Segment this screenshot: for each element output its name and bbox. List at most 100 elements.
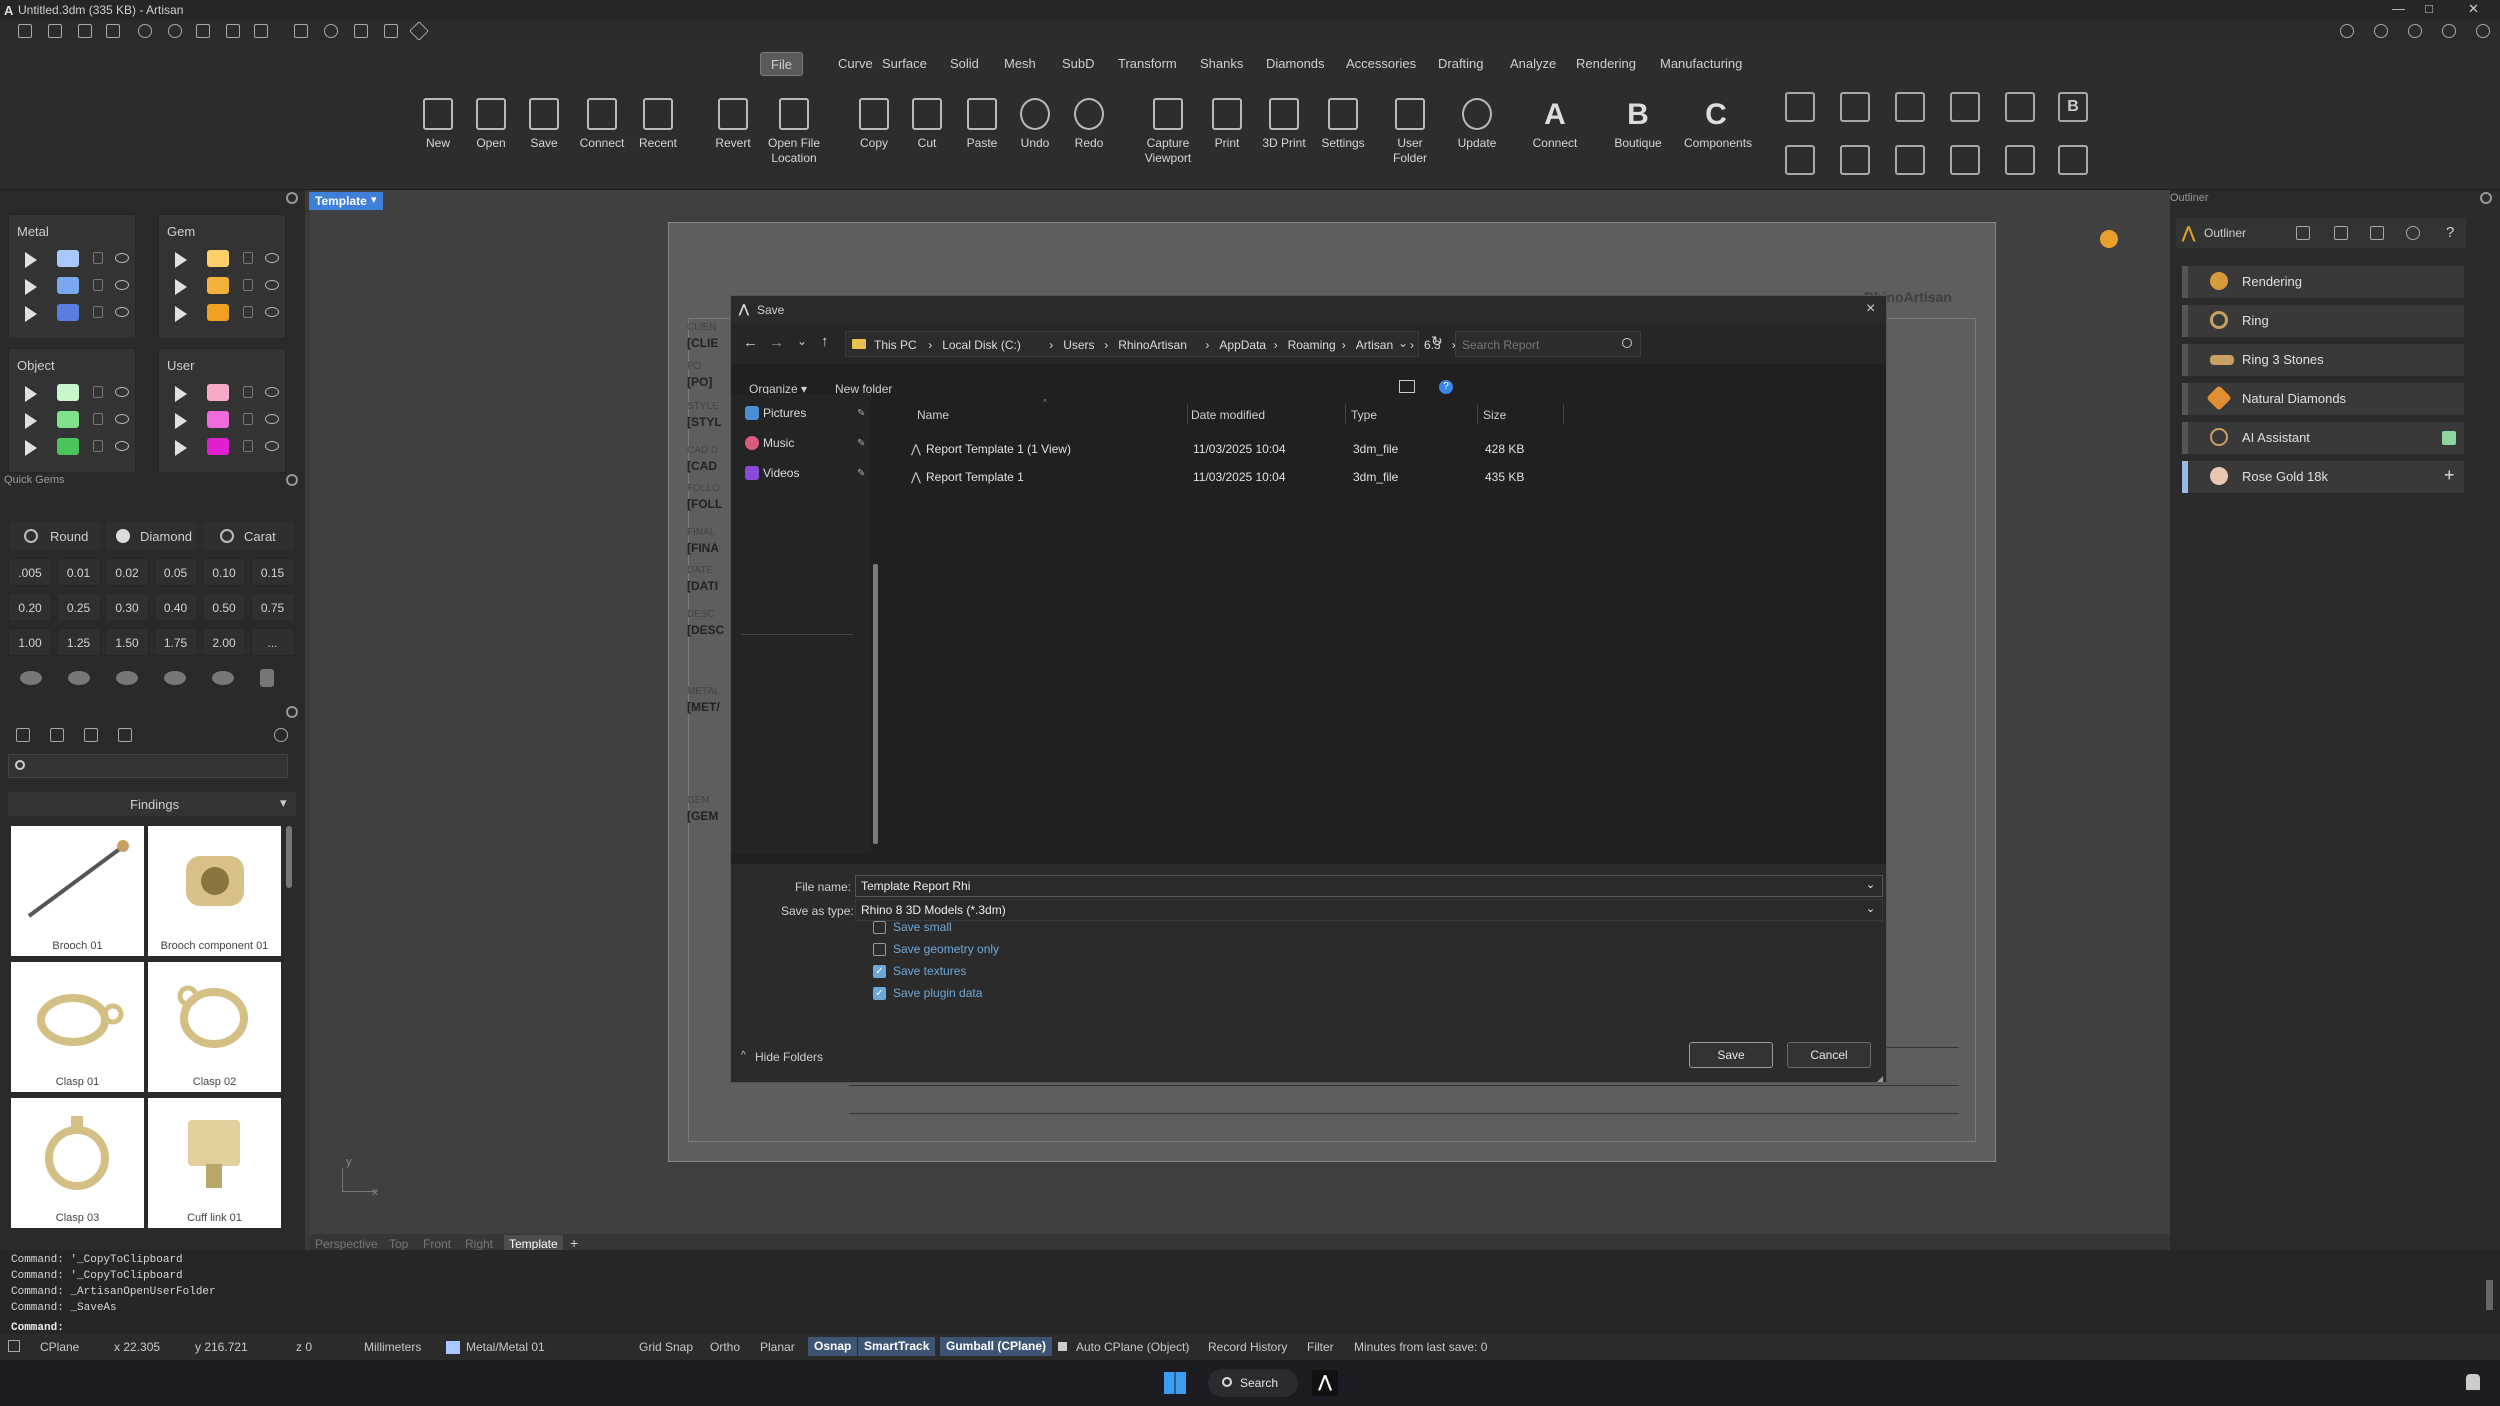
view-options-icon[interactable] (1399, 380, 1415, 393)
gem-cut-icon[interactable] (260, 669, 274, 687)
lock-icon[interactable] (243, 306, 253, 318)
layer-row[interactable] (169, 249, 279, 269)
findings-scrollbar[interactable] (286, 826, 292, 888)
gem-size-button[interactable]: 2.00 (202, 628, 246, 656)
dimension-tool-icon[interactable] (384, 24, 398, 38)
back-arrow-icon[interactable]: ← (743, 334, 758, 351)
layer-row[interactable] (169, 276, 279, 296)
gem-size-button[interactable]: 1.75 (153, 628, 198, 656)
gem-tool-icon[interactable] (409, 21, 429, 41)
eye-icon[interactable] (265, 253, 279, 263)
option-checkbox[interactable]: ✓ (873, 987, 886, 1000)
save-icon[interactable] (196, 24, 210, 38)
undo-icon[interactable] (138, 24, 152, 38)
eye-icon[interactable] (115, 414, 129, 424)
chart-icon[interactable] (2005, 92, 2035, 122)
layer-color-swatch[interactable] (207, 304, 229, 321)
render-icon[interactable] (1840, 92, 1870, 122)
menu-diamonds[interactable]: Diamonds (1256, 52, 1335, 76)
library-search-input[interactable] (8, 754, 288, 778)
redo-button[interactable]: Redo (1061, 86, 1117, 182)
recent-locations-icon[interactable]: ⌄ (797, 334, 807, 348)
gem-shape-carat[interactable]: Carat (204, 522, 294, 550)
gem-size-button[interactable]: 0.30 (105, 593, 149, 621)
curve-tool-icon[interactable] (294, 24, 308, 38)
column-header-name[interactable]: Name (917, 408, 949, 422)
cplane-indicator[interactable]: CPlane (40, 1340, 79, 1354)
new-template-icon[interactable] (48, 24, 62, 38)
connect-button[interactable]: Connect (574, 86, 630, 182)
layer-row[interactable] (19, 249, 129, 269)
layer-row[interactable] (169, 303, 279, 323)
quick-gems-settings-icon[interactable] (286, 474, 298, 486)
ortho-toggle[interactable]: Ortho (710, 1340, 740, 1354)
layer-row[interactable] (169, 383, 279, 403)
menu-accessories[interactable]: Accessories (1336, 52, 1426, 76)
layer-row[interactable] (19, 383, 129, 403)
breadcrumb-item[interactable]: Roaming (1288, 338, 1336, 352)
play-icon[interactable] (175, 252, 187, 268)
info-icon[interactable] (2374, 24, 2388, 38)
balance-icon[interactable] (2334, 226, 2348, 240)
play-icon[interactable] (25, 440, 37, 456)
eye-icon[interactable] (115, 307, 129, 317)
file-name-input[interactable]: Template Report Rhi ⌄ (855, 875, 1883, 897)
nav-scrollbar[interactable] (873, 564, 878, 844)
save-button[interactable]: Save (1689, 1042, 1773, 1068)
menu-solid[interactable]: Solid (940, 52, 989, 76)
lock-icon[interactable] (243, 386, 253, 398)
gem-size-button[interactable]: 0.50 (202, 593, 246, 621)
up-arrow-icon[interactable]: ↑ (821, 333, 829, 350)
eye-icon[interactable] (115, 441, 129, 451)
breadcrumb-item[interactable]: Local Disk (C:) (942, 338, 1021, 352)
lock-icon[interactable] (93, 252, 103, 264)
cut-button[interactable]: Cut (899, 86, 955, 182)
layer-color-swatch[interactable] (57, 411, 79, 428)
eye-icon[interactable] (115, 387, 129, 397)
gem-size-button[interactable]: 0.01 (56, 558, 101, 586)
gem-size-button[interactable]: 0.25 (56, 593, 101, 621)
gem-size-button[interactable]: 1.00 (8, 628, 52, 656)
gem-cut-icon[interactable] (212, 671, 234, 685)
breadcrumb-separator-icon[interactable]: › (1274, 338, 1278, 352)
breadcrumb-separator-icon[interactable]: › (1049, 338, 1053, 352)
finding-thumbnail[interactable]: Clasp 02 (148, 962, 281, 1092)
outliner-item-natural-diamonds[interactable]: Natural Diamonds (2182, 383, 2464, 415)
layer-color-swatch[interactable] (57, 250, 79, 267)
add-viewport-button[interactable]: + (570, 1235, 578, 1251)
gem-list-icon[interactable] (2005, 145, 2035, 175)
taskbar-search[interactable]: Search (1208, 1369, 1298, 1397)
letter-b-icon[interactable]: B (2058, 92, 2088, 122)
lock-icon[interactable] (93, 413, 103, 425)
lock-icon[interactable] (93, 306, 103, 318)
save-as-icon[interactable] (226, 24, 240, 38)
edit-icon[interactable] (2370, 226, 2384, 240)
menu-drafting[interactable]: Drafting (1428, 52, 1494, 76)
layer-color-swatch[interactable] (207, 411, 229, 428)
layer-color-swatch[interactable] (207, 277, 229, 294)
gem-cut-icon[interactable] (164, 671, 186, 685)
eye-icon[interactable] (265, 307, 279, 317)
revert-button[interactable]: Revert (705, 86, 761, 182)
play-icon[interactable] (25, 279, 37, 295)
play-icon[interactable] (25, 386, 37, 402)
settings-button[interactable]: Settings (1315, 86, 1371, 182)
layer-row[interactable] (169, 437, 279, 457)
gem-cut-icon[interactable] (68, 671, 90, 685)
finding-thumbnail[interactable]: Clasp 03 (11, 1098, 144, 1228)
column-header-type[interactable]: Type (1351, 408, 1377, 422)
breadcrumb-item[interactable]: This PC (874, 338, 917, 352)
outliner-item-ring[interactable]: Ring (2182, 305, 2464, 337)
tab-front[interactable]: Front (423, 1237, 451, 1251)
units-indicator[interactable]: Millimeters (364, 1340, 421, 1354)
breadcrumb-item[interactable]: AppData (1219, 338, 1266, 352)
cancel-button[interactable]: Cancel (1787, 1042, 1871, 1068)
play-icon[interactable] (175, 440, 187, 456)
artisan-connect-button[interactable]: A Connect (1527, 86, 1583, 182)
outliner-item-ring-3-stones[interactable]: Ring 3 Stones (2182, 344, 2464, 376)
new-button[interactable]: New (410, 86, 466, 182)
layer-color-swatch[interactable] (207, 250, 229, 267)
option-label[interactable]: Save textures (893, 964, 966, 978)
breadcrumb-separator-icon[interactable]: › (928, 338, 932, 352)
layer-color-swatch[interactable] (207, 438, 229, 455)
